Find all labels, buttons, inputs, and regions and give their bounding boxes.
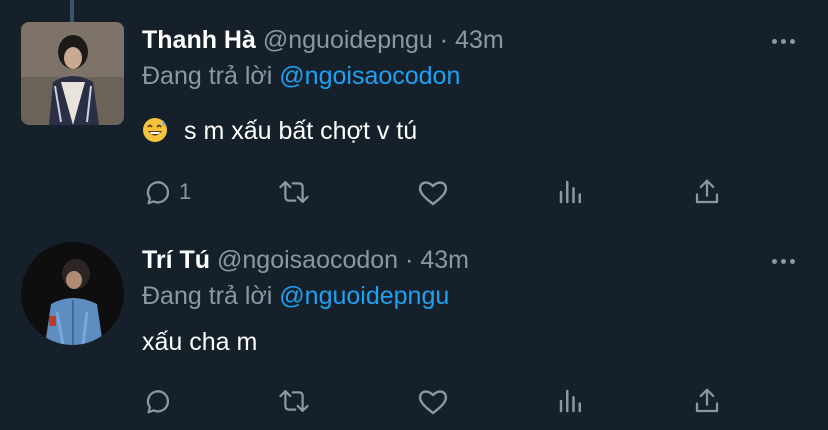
timestamp[interactable]: 43m: [420, 246, 469, 274]
replying-to-label: Đang trả lời: [142, 62, 273, 90]
retweet-icon: [279, 390, 309, 412]
reply-button[interactable]: 1: [143, 177, 191, 207]
more-icon[interactable]: [772, 254, 802, 268]
tweet-1[interactable]: Thanh Hà @nguoidepngu · 43m Đang trả lời…: [0, 0, 828, 220]
retweet-button[interactable]: [278, 386, 310, 416]
reply-count: 1: [179, 179, 192, 204]
tweet-text: xấu cha m: [142, 328, 258, 356]
replying-to-label: Đang trả lời: [142, 282, 273, 310]
mention-link[interactable]: @ngoisaocodon: [279, 62, 460, 90]
avatar[interactable]: [21, 22, 124, 125]
mention-link[interactable]: @nguoidepngu: [279, 282, 449, 310]
tweet-actions: 1: [0, 173, 828, 213]
tweet-text: s m xấu bất chợt v tú: [142, 116, 417, 146]
display-name[interactable]: Trí Tú: [142, 246, 210, 274]
share-button[interactable]: [692, 177, 722, 207]
user-handle[interactable]: @ngoisaocodon: [217, 246, 398, 274]
tweet-2[interactable]: Trí Tú @ngoisaocodon · 43m Đang trả lời …: [0, 220, 828, 430]
tweet-header: Trí Tú @ngoisaocodon · 43m: [142, 245, 469, 275]
retweet-icon: [279, 181, 309, 203]
separator-dot: ·: [405, 246, 414, 274]
separator-dot: ·: [439, 26, 449, 54]
retweet-button[interactable]: [278, 177, 310, 207]
tweet-actions: [0, 382, 828, 422]
grinning-sweat-face-icon: [143, 118, 167, 142]
like-icon: [418, 181, 448, 206]
analytics-icon: [559, 389, 581, 413]
like-button[interactable]: [417, 386, 449, 416]
reply-icon: [146, 181, 170, 205]
reply-button[interactable]: [143, 386, 173, 416]
analytics-button[interactable]: [556, 386, 586, 416]
like-icon: [418, 390, 448, 415]
analytics-icon: [559, 180, 581, 204]
share-icon: [695, 179, 719, 204]
tweet-header: Thanh Hà @nguoidepngu · 43m: [142, 25, 504, 55]
user-handle[interactable]: @nguoidepngu: [263, 26, 433, 54]
display-name[interactable]: Thanh Hà: [142, 26, 256, 54]
share-button[interactable]: [692, 386, 722, 416]
like-button[interactable]: [417, 177, 449, 207]
replying-to: Đang trả lời @nguoidepngu: [142, 281, 449, 311]
analytics-button[interactable]: [556, 177, 586, 207]
replying-to: Đang trả lời @ngoisaocodon: [142, 61, 460, 91]
tweet-text-content: s m xấu bất chợt v tú: [184, 117, 418, 145]
reply-icon: [146, 390, 170, 414]
more-icon[interactable]: [772, 34, 802, 48]
timestamp[interactable]: 43m: [455, 26, 504, 54]
share-icon: [695, 388, 719, 413]
avatar[interactable]: [21, 242, 124, 345]
